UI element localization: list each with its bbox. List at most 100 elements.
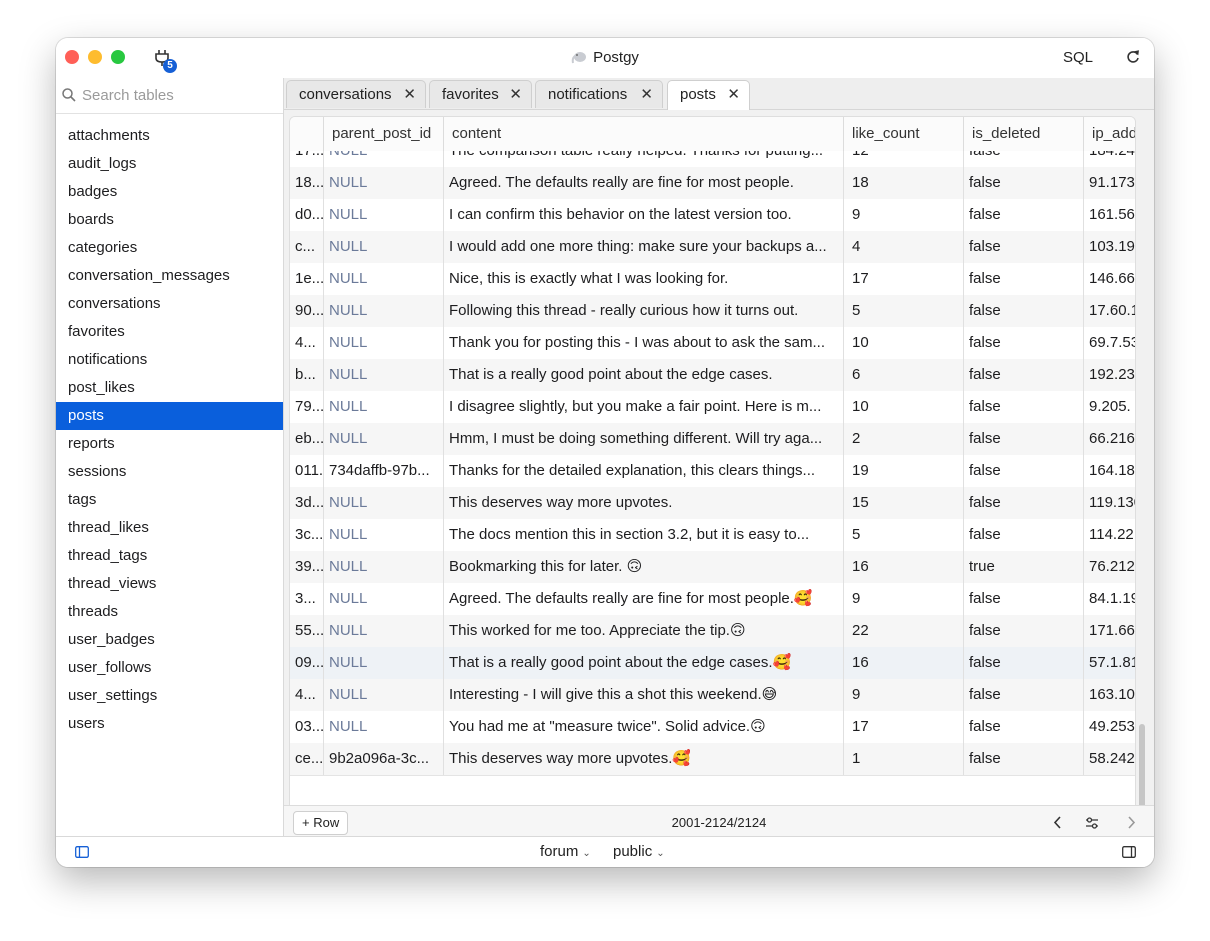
cell-content[interactable]: This deserves way more upvotes.: [444, 487, 844, 519]
table-row[interactable]: 17...NULLThe comparison table really hel…: [290, 151, 1135, 168]
cell-content[interactable]: That is a really good point about the ed…: [444, 647, 844, 679]
sidebar-item-badges[interactable]: badges: [56, 178, 283, 206]
cell-id[interactable]: 1e...: [290, 263, 324, 295]
cell-is-deleted[interactable]: false: [964, 487, 1084, 519]
cell-id[interactable]: 79...: [290, 391, 324, 423]
table-row[interactable]: 55... NULL This worked for me too. Appreci…: [290, 615, 1135, 648]
cell-id[interactable]: c...: [290, 231, 324, 263]
cell-id[interactable]: 18...: [290, 167, 324, 199]
cell-is-deleted[interactable]: false: [964, 455, 1084, 487]
sidebar-item-boards[interactable]: boards: [56, 206, 283, 234]
cell-like-count[interactable]: 9: [844, 679, 964, 711]
cell-like-count[interactable]: 17: [844, 263, 964, 295]
close-tab-icon[interactable]: ✕: [509, 81, 522, 109]
close-tab-icon[interactable]: ✕: [640, 81, 653, 109]
table-row[interactable]: 3... NULL Agreed. The defaults really are …: [290, 583, 1135, 616]
cell-is-deleted[interactable]: false: [964, 423, 1084, 455]
sidebar-item-sessions[interactable]: sessions: [56, 458, 283, 486]
cell-is-deleted[interactable]: true: [964, 551, 1084, 583]
cell-is-deleted[interactable]: false: [964, 151, 1084, 167]
cell-content[interactable]: Thank you for posting this - I was about…: [444, 327, 844, 359]
cell-like-count[interactable]: 9: [844, 199, 964, 231]
table-row[interactable]: 4... NULL Thank you for posting this - I w…: [290, 327, 1135, 360]
cell-parent-post-id[interactable]: NULL: [324, 167, 444, 199]
tab-notifications[interactable]: notifications ✕: [535, 80, 663, 108]
cell-ip-address[interactable]: 103.19: [1084, 231, 1135, 263]
cell-ip-address[interactable]: 192.23: [1084, 359, 1135, 391]
cell-content[interactable]: Interesting - I will give this a shot th…: [444, 679, 844, 711]
next-page-icon[interactable]: [1126, 816, 1136, 829]
table-row[interactable]: 03... NULL You had me at "measure twice". …: [290, 711, 1135, 744]
cell-is-deleted[interactable]: false: [964, 391, 1084, 423]
cell-ip-address[interactable]: 184.24: [1084, 151, 1135, 167]
sidebar-item-categories[interactable]: categories: [56, 234, 283, 262]
previous-page-icon[interactable]: [1053, 816, 1063, 829]
cell-id[interactable]: 011...: [290, 455, 324, 487]
cell-parent-post-id[interactable]: 734daffb-97b...: [324, 455, 444, 487]
close-tab-icon[interactable]: ✕: [403, 81, 416, 109]
cell-like-count[interactable]: 9: [844, 583, 964, 615]
cell-content[interactable]: This worked for me too. Appreciate the t…: [444, 615, 844, 647]
cell-parent-post-id[interactable]: NULL: [324, 583, 444, 615]
table-row[interactable]: eb... NULL Hmm, I must be doing something …: [290, 423, 1135, 456]
column-header-ip-address[interactable]: ip_add: [1084, 117, 1135, 151]
cell-is-deleted[interactable]: false: [964, 647, 1084, 679]
cell-is-deleted[interactable]: false: [964, 679, 1084, 711]
cell-ip-address[interactable]: 84.1.19: [1084, 583, 1135, 615]
close-tab-icon[interactable]: ✕: [727, 81, 740, 109]
cell-ip-address[interactable]: 164.18: [1084, 455, 1135, 487]
table-row[interactable]: 3d... NULL This deserves way more upvotes.…: [290, 487, 1135, 520]
cell-content[interactable]: You had me at "measure twice". Solid adv…: [444, 711, 844, 743]
cell-parent-post-id[interactable]: NULL: [324, 151, 444, 167]
cell-parent-post-id[interactable]: NULL: [324, 519, 444, 551]
sidebar-item-user-follows[interactable]: user_follows: [56, 654, 283, 682]
column-header-id[interactable]: [290, 117, 324, 151]
cell-ip-address[interactable]: 171.66: [1084, 615, 1135, 647]
cell-like-count[interactable]: 1: [844, 743, 964, 775]
sql-button[interactable]: SQL: [1063, 49, 1093, 66]
cell-like-count[interactable]: 5: [844, 519, 964, 551]
cell-id[interactable]: 4...: [290, 679, 324, 711]
sidebar-item-tags[interactable]: tags: [56, 486, 283, 514]
cell-is-deleted[interactable]: false: [964, 743, 1084, 775]
cell-parent-post-id[interactable]: NULL: [324, 551, 444, 583]
schema-select[interactable]: public ⌄: [613, 843, 665, 860]
cell-content[interactable]: This deserves way more upvotes.🥰: [444, 743, 844, 775]
cell-parent-post-id[interactable]: 9b2a096a-3c...: [324, 743, 444, 775]
sidebar-item-thread-likes[interactable]: thread_likes: [56, 514, 283, 542]
tab-conversations[interactable]: conversations ✕: [286, 80, 426, 108]
cell-is-deleted[interactable]: false: [964, 199, 1084, 231]
cell-ip-address[interactable]: 9.205.: [1084, 391, 1135, 423]
table-row[interactable]: 4... NULL Interesting - I will give this a…: [290, 679, 1135, 712]
cell-is-deleted[interactable]: false: [964, 519, 1084, 551]
cell-content[interactable]: Hmm, I must be doing something different…: [444, 423, 844, 455]
cell-id[interactable]: 39...: [290, 551, 324, 583]
database-select[interactable]: forum ⌄: [540, 843, 591, 860]
sidebar-item-users[interactable]: users: [56, 710, 283, 738]
cell-ip-address[interactable]: 58.242: [1084, 743, 1135, 775]
cell-content[interactable]: Thanks for the detailed explanation, thi…: [444, 455, 844, 487]
cell-like-count[interactable]: 15: [844, 487, 964, 519]
sidebar-item-user-badges[interactable]: user_badges: [56, 626, 283, 654]
cell-is-deleted[interactable]: false: [964, 167, 1084, 199]
cell-id[interactable]: 55...: [290, 615, 324, 647]
inspector-toggle-icon[interactable]: [1122, 846, 1136, 858]
sidebar-item-favorites[interactable]: favorites: [56, 318, 283, 346]
cell-is-deleted[interactable]: false: [964, 359, 1084, 391]
cell-content[interactable]: Agreed. The defaults really are fine for…: [444, 167, 844, 199]
sidebar-item-reports[interactable]: reports: [56, 430, 283, 458]
sidebar-item-conversations[interactable]: conversations: [56, 290, 283, 318]
sidebar-item-thread-tags[interactable]: thread_tags: [56, 542, 283, 570]
cell-like-count[interactable]: 16: [844, 551, 964, 583]
sidebar-item-notifications[interactable]: notifications: [56, 346, 283, 374]
cell-id[interactable]: 09...: [290, 647, 324, 679]
refresh-icon[interactable]: [1126, 50, 1140, 64]
cell-ip-address[interactable]: 163.10: [1084, 679, 1135, 711]
search-tables-input[interactable]: [82, 84, 272, 106]
column-header-content[interactable]: content: [444, 117, 844, 151]
table-row[interactable]: 3c... NULL The docs mention this in sectio…: [290, 519, 1135, 552]
sidebar-item-user-settings[interactable]: user_settings: [56, 682, 283, 710]
cell-ip-address[interactable]: 114.22: [1084, 519, 1135, 551]
cell-id[interactable]: 4...: [290, 327, 324, 359]
cell-like-count[interactable]: 16: [844, 647, 964, 679]
